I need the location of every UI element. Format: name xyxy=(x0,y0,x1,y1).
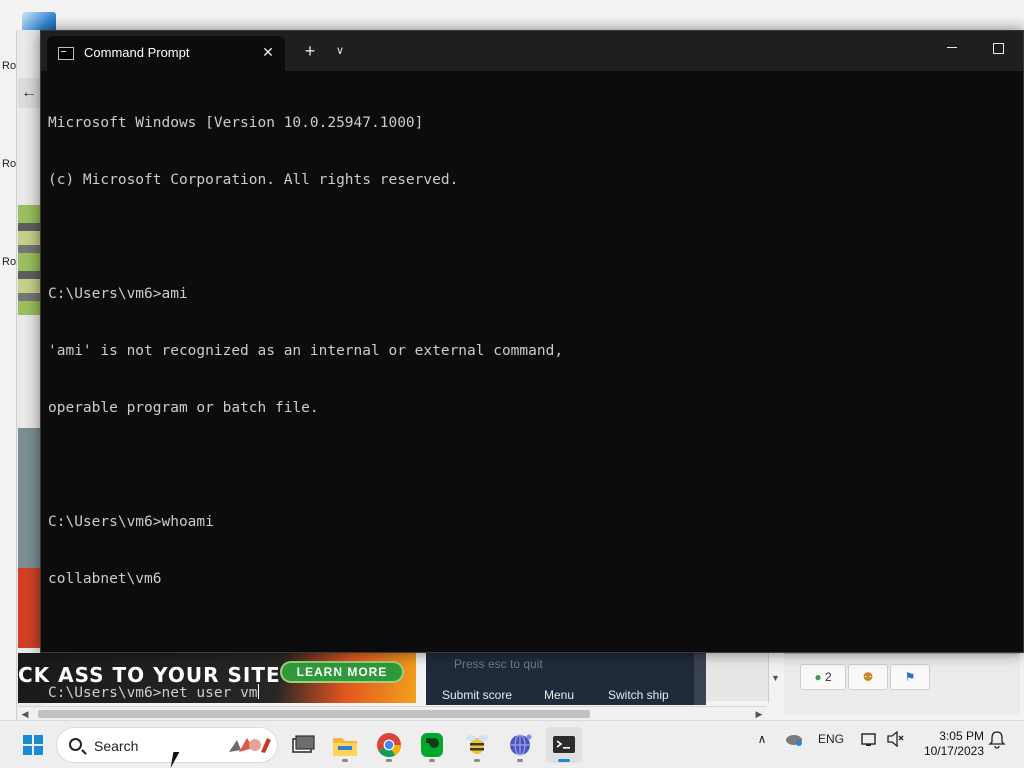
search-label: Search xyxy=(94,738,139,754)
tab-title: Command Prompt xyxy=(84,45,190,60)
running-indicator xyxy=(342,759,348,762)
bee-app-icon xyxy=(466,735,488,754)
desktop-icon-label: Ro xyxy=(2,256,17,268)
cmd-icon xyxy=(58,47,74,60)
search-box[interactable]: Search xyxy=(56,727,278,763)
running-indicator xyxy=(386,759,392,762)
console-output[interactable]: Microsoft Windows [Version 10.0.25947.10… xyxy=(48,76,1018,701)
background-panel xyxy=(18,568,42,648)
desktop-icon-label: Ro xyxy=(2,60,17,72)
search-highlight-icon xyxy=(229,738,271,753)
file-explorer-icon xyxy=(333,738,357,756)
tab-command-prompt[interactable]: Command Prompt ✕ xyxy=(47,36,285,71)
clock-time: 3:05 PM xyxy=(939,729,984,743)
search-icon xyxy=(69,738,82,751)
prompt: C:\Users\vm6> xyxy=(48,685,162,701)
volume-muted-icon[interactable] xyxy=(884,721,906,757)
windows-logo-icon xyxy=(23,735,43,755)
chevron-down-icon[interactable]: ∨ xyxy=(329,40,351,62)
bee-app-button[interactable] xyxy=(459,727,495,763)
taskbar: Search ∧ ENG 3:05 PM 10/17/2023 xyxy=(0,720,1024,768)
chrome-button[interactable] xyxy=(371,727,407,763)
active-indicator xyxy=(558,759,570,762)
evernote-button[interactable] xyxy=(414,727,450,763)
globe-app-icon xyxy=(510,734,532,756)
command-prompt-window[interactable]: Command Prompt ✕ + ∨ Microsoft Windows [… xyxy=(40,30,1024,701)
evernote-icon xyxy=(421,733,443,757)
console-line: C:\Users\vm6>whoami xyxy=(48,514,214,530)
running-indicator xyxy=(474,759,480,762)
console-line: (c) Microsoft Corporation. All rights re… xyxy=(48,172,459,188)
chrome-icon xyxy=(377,733,401,758)
background-panel xyxy=(18,428,42,568)
task-view-button[interactable] xyxy=(284,727,320,763)
terminal-button[interactable] xyxy=(546,727,582,763)
globe-app-button[interactable] xyxy=(502,727,538,763)
running-indicator xyxy=(429,759,435,762)
network-icon[interactable] xyxy=(858,721,880,757)
language-indicator[interactable]: ENG xyxy=(814,721,848,757)
chevron-up-icon[interactable]: ∧ xyxy=(752,721,772,757)
notification-bell-icon[interactable] xyxy=(986,721,1008,757)
onedrive-icon[interactable] xyxy=(782,721,806,757)
clock[interactable]: 3:05 PM 10/17/2023 xyxy=(914,729,984,759)
new-tab-button[interactable]: + xyxy=(299,40,321,62)
start-button[interactable] xyxy=(14,727,50,763)
console-line: operable program or batch file. xyxy=(48,400,319,416)
command-input-line[interactable]: C:\Users\vm6>net user vm xyxy=(48,684,1018,703)
title-bar[interactable]: Command Prompt ✕ + ∨ xyxy=(41,31,1023,71)
desktop-icon-label: Ro xyxy=(2,158,17,170)
console-line: Microsoft Windows [Version 10.0.25947.10… xyxy=(48,115,424,131)
command-input[interactable]: net user vm xyxy=(162,685,258,701)
console-line: C:\Users\vm6>ami xyxy=(48,286,188,302)
console-line: 'ami' is not recognized as an internal o… xyxy=(48,343,564,359)
file-explorer-button[interactable] xyxy=(327,727,363,763)
terminal-icon xyxy=(553,736,575,753)
console-line: collabnet\vm6 xyxy=(48,571,162,587)
back-arrow-icon[interactable]: ← xyxy=(18,78,40,108)
clock-date: 10/17/2023 xyxy=(923,744,984,758)
maximize-button[interactable] xyxy=(983,37,1013,59)
text-cursor xyxy=(257,684,259,699)
background-artwork xyxy=(18,205,42,315)
running-indicator xyxy=(517,759,523,762)
task-view-icon xyxy=(292,735,315,753)
scroll-left-icon[interactable]: ◀ xyxy=(18,707,32,721)
close-tab-button[interactable]: ✕ xyxy=(259,42,277,62)
minimize-button[interactable] xyxy=(937,37,967,59)
